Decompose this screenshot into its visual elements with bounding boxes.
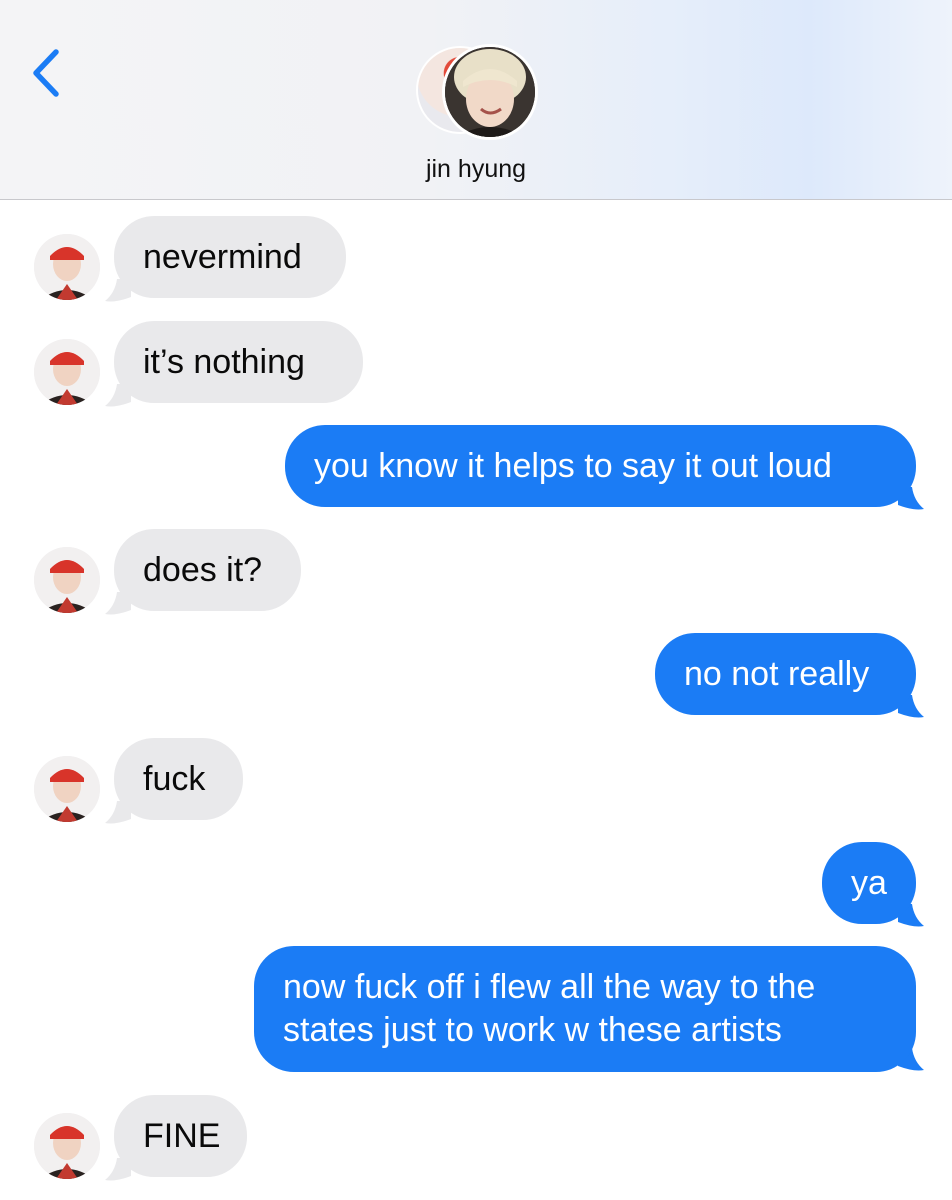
message-bubble[interactable]: no not really xyxy=(655,633,916,715)
message-thread[interactable]: nevermind it’s nothing you know it helps… xyxy=(0,200,952,1200)
sender-avatar[interactable] xyxy=(34,339,100,405)
message-bubble[interactable]: ya xyxy=(822,842,916,924)
message-bubble[interactable]: nevermind xyxy=(114,216,346,298)
chevron-left-icon xyxy=(33,49,59,97)
sender-avatar[interactable] xyxy=(34,547,100,613)
contact-avatar xyxy=(442,44,538,140)
message-bubble[interactable]: it’s nothing xyxy=(114,321,363,403)
back-button[interactable] xyxy=(26,46,66,102)
message-bubble[interactable]: fuck xyxy=(114,738,243,820)
sender-avatar[interactable] xyxy=(34,1113,100,1179)
conversation-header: jin hyung xyxy=(0,0,952,200)
message-bubble[interactable]: now fuck off i flew all the way to the s… xyxy=(254,946,916,1072)
message-bubble[interactable]: does it? xyxy=(114,529,301,611)
contact-name[interactable]: jin hyung xyxy=(0,155,952,184)
contact-avatar-button[interactable] xyxy=(414,44,538,140)
message-bubble[interactable]: you know it helps to say it out loud xyxy=(285,425,916,507)
sender-avatar[interactable] xyxy=(34,756,100,822)
sender-avatar[interactable] xyxy=(34,234,100,300)
message-bubble[interactable]: FINE xyxy=(114,1095,247,1177)
